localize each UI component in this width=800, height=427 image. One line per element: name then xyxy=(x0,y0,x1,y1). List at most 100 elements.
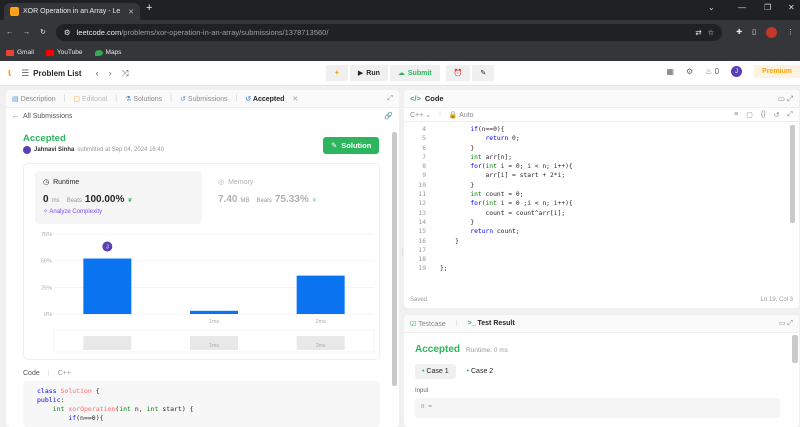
left-panel-scrollbar[interactable] xyxy=(392,132,397,386)
author-avatar xyxy=(23,146,31,154)
minimize-icon[interactable]: — xyxy=(738,3,746,12)
format-icon[interactable]: ≡ xyxy=(734,111,738,118)
forward-icon[interactable]: → xyxy=(23,29,30,36)
streak-counter[interactable]: ♨ 0 xyxy=(705,67,719,76)
tab-editorial[interactable]: ▢ Editorial xyxy=(73,95,107,103)
tab-solutions[interactable]: ⚗ Solutions xyxy=(125,95,162,103)
navigator-bar xyxy=(83,336,132,350)
notes-button[interactable]: ✎ xyxy=(472,65,495,81)
close-tab-icon[interactable]: ✕ xyxy=(292,95,298,103)
url-path: /problems/xor-operation-in-an-array/subm… xyxy=(121,27,329,37)
close-tab-icon[interactable]: ✕ xyxy=(128,8,134,16)
submit-button[interactable]: ☁ Submit xyxy=(389,65,440,81)
extensions-icon[interactable]: ✚ xyxy=(736,28,742,36)
code-line: } xyxy=(440,181,475,189)
layout-icon[interactable]: ▦ xyxy=(666,67,674,76)
shuffle-icon[interactable]: ⤨ xyxy=(122,68,129,79)
run-button[interactable]: ▶ Run xyxy=(349,65,388,81)
leetcode-navbar: ɩ ☰ Problem List ‹ › ⤨ ✦ ▶ Run ☁ Submit ⏰ … xyxy=(0,61,800,86)
bug-icon: ✦ xyxy=(334,70,340,77)
line-number: 17 xyxy=(418,246,426,254)
test-panel-controls[interactable]: ▭ ⤢ xyxy=(779,319,793,328)
reload-icon[interactable]: ↻ xyxy=(40,28,46,36)
test-panel-scrollbar[interactable] xyxy=(792,335,798,363)
bookmark-maps[interactable]: Maps xyxy=(94,49,121,56)
back-icon[interactable]: ← xyxy=(6,29,13,36)
author-name[interactable]: Jahnavi Sinha xyxy=(34,147,74,153)
solution-button[interactable]: ✎ Solution xyxy=(323,137,380,154)
braces-icon[interactable]: {} xyxy=(761,111,766,118)
debug-button[interactable]: ✦ xyxy=(326,65,348,81)
menu-icon[interactable]: ⋮ xyxy=(787,28,794,36)
bookmark-gmail[interactable]: Gmail xyxy=(6,49,34,56)
y-tick-label: 75% xyxy=(41,232,52,238)
share-link-icon[interactable]: 🔗 xyxy=(384,112,393,120)
editor-scrollbar[interactable] xyxy=(790,125,795,223)
browser-tab-strip: XOR Operation in an Array - Le ✕ + ⌄ — ❐… xyxy=(0,0,800,20)
submission-author: Jahnavi Sinha submitted at Sep 04, 2024 … xyxy=(23,146,164,154)
tab-test-result[interactable]: >_ Test Result xyxy=(468,320,515,327)
translate-icon[interactable]: ⇄ xyxy=(695,28,701,37)
bookmark-star-icon[interactable]: ☆ xyxy=(708,28,715,37)
maximize-icon[interactable]: ❐ xyxy=(764,3,771,12)
line-number: 10 xyxy=(418,181,426,189)
list-icon: ☰ xyxy=(21,67,30,78)
user-avatar[interactable]: J xyxy=(731,66,743,77)
play-icon: ▶ xyxy=(357,70,364,77)
language-select[interactable]: C++ ⌄ xyxy=(410,111,431,119)
left-panel-tabs: ▤ Description | ▢ Editorial | ⚗ Solution… xyxy=(6,90,399,108)
bookmark-icon[interactable]: ▢ xyxy=(746,111,753,119)
tab-submissions[interactable]: ↺ Submissions xyxy=(180,95,228,103)
site-info-icon[interactable]: ⚙ xyxy=(64,28,71,37)
profile-avatar[interactable] xyxy=(766,26,777,38)
browser-tab[interactable]: XOR Operation in an Array - Le ✕ xyxy=(4,3,140,20)
leetcode-logo-icon[interactable]: ɩ xyxy=(8,67,11,79)
reset-icon[interactable]: ↺ xyxy=(774,111,780,119)
next-problem-icon[interactable]: › xyxy=(109,68,112,78)
saved-status: Saved xyxy=(410,297,428,303)
expand-icon[interactable]: ⤢ xyxy=(387,95,393,103)
tab-search-icon[interactable]: ⌄ xyxy=(708,3,715,12)
tab-accepted[interactable]: ↺ Accepted xyxy=(245,95,284,103)
leetcode-favicon-icon xyxy=(10,7,19,16)
stats-box: ◷ Runtime 0 ms Beats 100.00% ❦ ✧ Analyze … xyxy=(23,163,380,360)
runtime-distribution-chart: 0% 25% 50% 75% J 1ms 1ms 2ms 2ms xyxy=(41,232,375,353)
problem-list-link[interactable]: Problem List xyxy=(33,69,81,78)
code-line: for(int i = 0; i < n; i++){ xyxy=(470,163,573,171)
x-tick-label: 1ms xyxy=(209,319,220,325)
prev-problem-icon[interactable]: ‹ xyxy=(96,68,99,78)
new-tab-icon[interactable]: + xyxy=(146,2,152,14)
chevron-down-icon: ⌄ xyxy=(425,111,432,119)
address-bar[interactable]: ⚙ leetcode.com/problems/xor-operation-in… xyxy=(55,23,723,41)
premium-button[interactable]: Premium xyxy=(754,65,800,78)
submitted-code: class Solution { public: int xorOperatio… xyxy=(23,381,380,427)
code-editor[interactable]: if(n==0){ return 0; } int arr[n]; for(in… xyxy=(440,125,780,283)
all-submissions-link[interactable]: ← All Submissions 🔗 xyxy=(6,108,399,124)
editorial-icon: ▢ xyxy=(73,95,81,103)
settings-icon[interactable]: ⚙ xyxy=(686,67,693,76)
test-runtime: Runtime: 0 ms xyxy=(466,347,508,354)
tab-description[interactable]: ▤ Description xyxy=(12,95,56,103)
workspace: ▤ Description | ▢ Editorial | ⚗ Solution… xyxy=(0,88,800,427)
sidebar-icon[interactable]: ▯ xyxy=(752,28,756,36)
tab-title: XOR Operation in an Array - Le xyxy=(23,8,121,15)
timer-button[interactable]: ⏰ xyxy=(445,65,471,81)
line-number: 7 xyxy=(422,153,426,161)
tab-testcase[interactable]: ☑ Testcase xyxy=(410,320,446,328)
fullscreen-icon[interactable]: ⤢ xyxy=(787,111,793,119)
code-editor-panel: </> Code ▭ ⤢ C++ ⌄ | 🔒 Auto ≡ ▢ {} ↺ ⤢ 4… xyxy=(404,90,799,308)
code-line: return 0; xyxy=(485,135,520,143)
y-tick-label: 25% xyxy=(41,285,52,291)
case-2-tab[interactable]: • Case 2 xyxy=(460,364,501,379)
code-line: return count; xyxy=(470,228,520,236)
history-icon: ↺ xyxy=(245,95,252,103)
close-window-icon[interactable]: ✕ xyxy=(788,3,795,12)
editor-window-controls[interactable]: ▭ ⤢ xyxy=(778,94,793,104)
bookmark-youtube[interactable]: YouTube xyxy=(45,49,83,56)
auto-mode-toggle[interactable]: 🔒 Auto xyxy=(449,111,474,119)
alarm-icon: ⏰ xyxy=(453,70,463,77)
case-1-tab[interactable]: • Case 1 xyxy=(415,364,456,379)
panel-resize-handle[interactable]: ⋮ xyxy=(399,248,406,260)
bookmarks-bar: Gmail YouTube Maps xyxy=(0,44,800,61)
code-line: arr[i] = start + 2*i; xyxy=(440,172,566,180)
